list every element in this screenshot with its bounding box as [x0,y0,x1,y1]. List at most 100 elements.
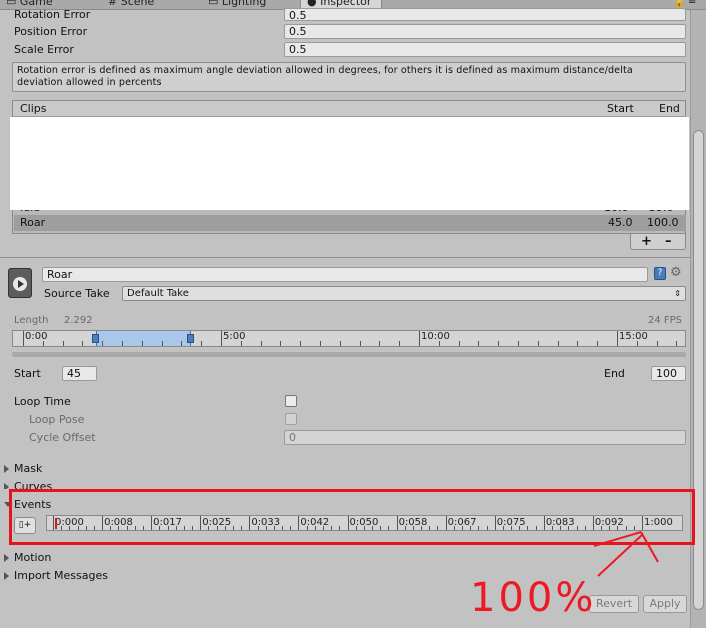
gear-icon[interactable]: ⚙ [670,265,682,280]
start-label: Start [14,367,41,380]
clips-header: Clips Start End [13,101,685,117]
mask-foldout-icon[interactable] [4,465,9,473]
timeline-label-0: 0:00 [25,331,48,342]
tab-lighting-label: Lighting [221,0,267,8]
clips-header-start: Start [607,102,634,115]
end-label: End [604,367,625,380]
loop-time-label: Loop Time [14,395,71,408]
lock-icon[interactable]: 🔒 [673,0,685,8]
timeline-label-1: 5:00 [223,331,246,342]
scale-error-label: Scale Error [14,43,74,56]
timeline-tick [557,341,559,346]
timeline-track [12,352,686,357]
timeline-tick [419,331,420,346]
timeline-tick [399,341,401,346]
tab-inspector-label: Inspector [320,0,372,8]
clips-header-name: Clips [20,102,47,115]
timeline-tick [617,331,618,346]
timeline-tick [676,341,678,346]
length-label: Length [14,315,49,326]
timeline-tick [320,341,321,346]
timeline-tick [122,341,123,346]
help-icon[interactable]: ? [654,267,666,280]
timeline-tick [141,341,143,346]
clip-preview-button[interactable] [8,268,32,298]
clip-name-field[interactable]: Roar [42,267,648,282]
length-value: 2.292 [64,315,93,326]
timeline-tick [280,341,282,346]
motion-foldout-row[interactable] [4,552,9,565]
rotation-error-field[interactable]: 0.5 [284,8,686,21]
start-field[interactable]: 45 [62,366,97,381]
timeline-tick [201,341,203,346]
loop-time-checkbox[interactable] [285,395,297,407]
loop-pose-checkbox[interactable] [285,413,297,425]
timeline-tick [161,341,163,346]
end-field[interactable]: 100 [651,366,686,381]
remove-clip-button[interactable]: – [665,234,672,249]
timeline-tick [537,341,539,346]
curves-foldout-row[interactable]: Curves [0,480,690,489]
fps-label: 24 FPS [648,315,683,326]
timeline-tick [82,341,84,346]
mask-foldout[interactable]: Mask [14,462,42,475]
import-messages-foldout-row[interactable] [4,570,9,583]
timeline-tick [518,341,519,346]
rotation-error-label: Rotation Error [14,8,91,21]
timeline-tick [300,341,302,346]
timeline-tick [656,341,658,346]
timeline-tick [260,341,262,346]
tab-game-label: Game [19,0,53,8]
timeline-tick [359,341,361,346]
source-take-label: Source Take [44,287,110,300]
clip-row-selected[interactable]: Roar 45.0 100.0 [14,215,686,231]
timeline-label-3: 15:00 [619,331,648,342]
timeline-tick [339,341,341,346]
clip-add-remove: + – [630,234,686,250]
motion-foldout[interactable]: Motion [14,551,51,564]
timeline-tick [102,341,104,346]
timeline-selection[interactable] [96,331,191,346]
import-messages-foldout-icon [4,572,9,580]
clip-row-start: 45.0 [608,216,633,229]
revert-button[interactable]: Revert [589,595,639,613]
import-messages-foldout[interactable]: Import Messages [14,569,108,582]
menu-icon[interactable]: ≡ [688,0,696,7]
source-take-value: Default Take [127,288,189,299]
cycle-offset-field[interactable]: 0 [284,430,686,445]
timeline-tick [597,341,599,346]
start-marker[interactable] [92,334,99,343]
position-error-field[interactable]: 0.5 [284,24,686,39]
timeline-label-2: 10:00 [421,331,450,342]
timeline-tick [577,341,579,346]
timeline-tick [478,341,480,346]
clip-row-end: 100.0 [647,216,679,229]
timeline-tick [62,341,64,346]
timeline-tick [458,341,460,346]
timeline-tick [498,341,500,346]
redacted-area [10,117,689,210]
clip-row-name: Roar [20,216,46,229]
dropdown-arrows-icon: ⇕ [674,289,681,298]
add-clip-button[interactable]: + [641,234,652,249]
curves-foldout[interactable]: Curves [14,480,52,489]
clip-timeline[interactable]: 0:00 5:00 10:00 15:00 [12,330,686,347]
help-box: Rotation error is defined as maximum ang… [12,62,686,92]
timeline-tick [221,331,222,346]
position-error-label: Position Error [14,25,88,38]
end-marker[interactable] [187,334,194,343]
timeline-tick [23,331,24,346]
section-divider [0,257,690,258]
clips-header-end: End [659,102,680,115]
source-take-dropdown[interactable]: Default Take ⇕ [122,286,686,301]
tab-scene[interactable]: # Scene [108,0,154,9]
loop-pose-label: Loop Pose [29,413,85,426]
timeline-tick [181,341,183,346]
annotation-text: 100% [470,575,597,621]
apply-button[interactable]: Apply [643,595,687,613]
motion-foldout-icon [4,554,9,562]
tab-lighting[interactable]: ▭ Lighting [208,0,266,9]
timeline-tick [379,341,381,346]
scale-error-field[interactable]: 0.5 [284,42,686,57]
play-icon [13,277,27,291]
